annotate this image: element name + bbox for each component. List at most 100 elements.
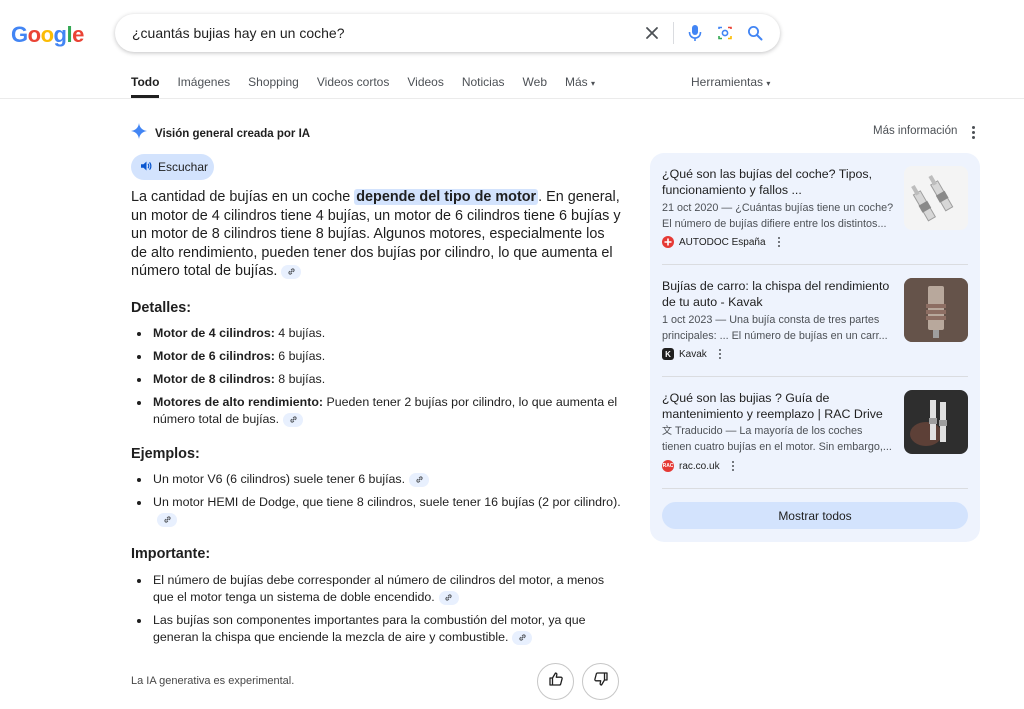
thumbs-up-button[interactable] bbox=[537, 663, 574, 700]
list-item: Un motor HEMI de Dodge, que tiene 8 cili… bbox=[131, 494, 623, 528]
translate-icon: 文 bbox=[662, 426, 672, 437]
list-item: Motor de 4 cilindros: 4 bujías. bbox=[131, 325, 623, 342]
link-icon[interactable] bbox=[438, 590, 459, 605]
list-item: Motores de alto rendimiento: Pueden tene… bbox=[131, 394, 623, 428]
source-title[interactable]: Bujías de carro: la chispa del rendimien… bbox=[662, 278, 892, 310]
spark-plug-thumbnail bbox=[904, 278, 968, 342]
experimental-note: La IA generativa es experimental. bbox=[131, 675, 295, 687]
thumbs-down-button[interactable] bbox=[582, 663, 619, 700]
tab-mas[interactable]: Más ▾ bbox=[565, 70, 595, 98]
source-site: AUTODOC España bbox=[662, 236, 781, 248]
overview-intro: La cantidad de bujías en un coche depend… bbox=[131, 188, 623, 281]
tools-menu[interactable]: Herramientas ▾ bbox=[691, 75, 770, 89]
details-list: Motor de 4 cilindros: 4 bujías. Motor de… bbox=[131, 325, 623, 428]
microphone-icon[interactable] bbox=[680, 18, 710, 48]
show-all-button[interactable]: Mostrar todos bbox=[662, 502, 968, 529]
card-divider bbox=[662, 488, 968, 489]
examples-heading: Ejemplos: bbox=[131, 446, 200, 462]
detail-text: 8 bujías. bbox=[274, 372, 326, 386]
search-tabs: Todo Imágenes Shopping Videos cortos Vid… bbox=[131, 70, 1024, 98]
list-item: Motor de 6 cilindros: 6 bujías. bbox=[131, 348, 623, 365]
detail-text: 6 bujías. bbox=[274, 349, 326, 363]
example-text: Un motor HEMI de Dodge, que tiene 8 cili… bbox=[153, 495, 621, 509]
thumbs-up-icon bbox=[548, 671, 564, 692]
more-info-link[interactable]: Más información bbox=[873, 125, 957, 137]
logo-letter: g bbox=[53, 22, 67, 47]
source-title[interactable]: ¿Qué son las bujías del coche? Tipos, fu… bbox=[662, 166, 892, 198]
clear-icon[interactable] bbox=[637, 18, 667, 48]
tab-mas-label: Más bbox=[565, 75, 588, 89]
speaker-icon bbox=[140, 160, 152, 175]
list-item: Motor de 8 cilindros: 8 bujías. bbox=[131, 371, 623, 388]
card-divider bbox=[662, 376, 968, 377]
detail-text: 4 bujías. bbox=[274, 326, 326, 340]
search-box[interactable]: ¿cuantás bujias hay en un coche? bbox=[115, 14, 780, 52]
autodoc-favicon-icon bbox=[662, 236, 674, 248]
search-icon[interactable] bbox=[740, 18, 770, 48]
intro-highlight: depende del tipo de motor bbox=[354, 189, 539, 205]
rac-favicon-icon: RAC bbox=[662, 460, 674, 472]
tab-videos-cortos[interactable]: Videos cortos bbox=[317, 70, 390, 98]
sources-panel: ¿Qué son las bujías del coche? Tipos, fu… bbox=[650, 153, 980, 542]
source-site-name: AUTODOC España bbox=[679, 236, 766, 248]
example-text: Un motor V6 (6 cilindros) suele tener 6 … bbox=[153, 472, 406, 486]
important-list: El número de bujías debe corresponder al… bbox=[131, 572, 623, 646]
tab-todo[interactable]: Todo bbox=[131, 70, 160, 98]
source-snippet: 文 Traducido — La mayoría de los coches t… bbox=[662, 424, 894, 455]
source-menu-icon[interactable] bbox=[718, 348, 722, 360]
listen-label: Escuchar bbox=[158, 160, 209, 174]
source-snippet: 21 oct 2020 — ¿Cuántas bujías tiene un c… bbox=[662, 202, 894, 230]
search-input[interactable]: ¿cuantás bujias hay en un coche? bbox=[132, 25, 637, 41]
important-heading: Importante: bbox=[131, 546, 211, 562]
source-menu-icon[interactable] bbox=[731, 460, 735, 472]
source-title[interactable]: ¿Qué son las bujias ? Guía de mantenimie… bbox=[662, 390, 892, 422]
tab-web[interactable]: Web bbox=[523, 70, 547, 98]
source-site: K Kavak bbox=[662, 348, 722, 360]
source-site-name: rac.co.uk bbox=[679, 460, 720, 472]
translated-label: Traducido bbox=[675, 425, 723, 437]
caret-down-icon: ▾ bbox=[766, 79, 771, 88]
tab-imagenes[interactable]: Imágenes bbox=[177, 70, 230, 98]
more-options-icon[interactable] bbox=[967, 123, 979, 141]
detail-label: Motor de 4 cilindros: bbox=[153, 326, 275, 340]
source-site-name: Kavak bbox=[679, 348, 707, 360]
search-divider bbox=[673, 22, 674, 44]
tools-label: Herramientas bbox=[691, 75, 764, 89]
link-icon[interactable] bbox=[283, 412, 304, 427]
lens-icon[interactable] bbox=[710, 18, 740, 48]
link-icon[interactable] bbox=[409, 472, 430, 487]
important-text: El número de bujías debe corresponder al… bbox=[153, 573, 605, 604]
spark-plug-thumbnail bbox=[904, 166, 968, 230]
logo-letter: o bbox=[40, 22, 54, 47]
kavak-favicon-icon: K bbox=[662, 348, 674, 360]
google-logo[interactable]: Google bbox=[11, 22, 84, 48]
intro-text-start: La cantidad de bujías en un coche bbox=[131, 189, 355, 205]
spark-plug-thumbnail bbox=[904, 390, 968, 454]
listen-button[interactable]: Escuchar bbox=[131, 154, 214, 180]
caret-down-icon: ▾ bbox=[591, 79, 596, 88]
detail-label: Motor de 8 cilindros: bbox=[153, 372, 275, 386]
thumbs-down-icon bbox=[593, 671, 609, 692]
list-item: Las bujías son componentes importantes p… bbox=[131, 612, 623, 646]
logo-letter: e bbox=[72, 22, 84, 47]
detail-label: Motores de alto rendimiento: bbox=[153, 395, 324, 409]
list-item: El número de bujías debe corresponder al… bbox=[131, 572, 623, 606]
detail-label: Motor de 6 cilindros: bbox=[153, 349, 275, 363]
link-icon[interactable] bbox=[157, 512, 177, 527]
source-site: RAC rac.co.uk bbox=[662, 460, 735, 472]
ai-overview-header: Visión general creada por IA bbox=[131, 123, 310, 144]
list-item: Un motor V6 (6 cilindros) suele tener 6 … bbox=[131, 471, 623, 488]
examples-list: Un motor V6 (6 cilindros) suele tener 6 … bbox=[131, 471, 623, 528]
logo-letter: G bbox=[11, 22, 28, 47]
link-icon[interactable] bbox=[281, 264, 302, 279]
tab-noticias[interactable]: Noticias bbox=[462, 70, 505, 98]
tab-shopping[interactable]: Shopping bbox=[248, 70, 299, 98]
card-divider bbox=[662, 264, 968, 265]
details-heading: Detalles: bbox=[131, 300, 191, 316]
tab-videos[interactable]: Videos bbox=[407, 70, 443, 98]
logo-letter: o bbox=[27, 22, 41, 47]
header-divider bbox=[0, 98, 1024, 99]
source-menu-icon[interactable] bbox=[777, 236, 781, 248]
link-icon[interactable] bbox=[512, 630, 533, 645]
ai-overview-body: La cantidad de bujías en un coche depend… bbox=[131, 188, 623, 645]
